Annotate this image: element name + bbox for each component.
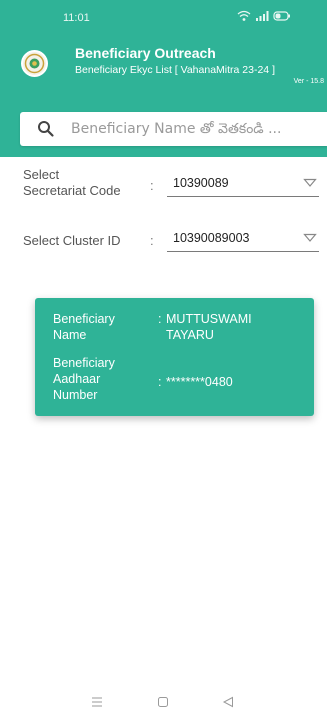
home-nav-icon[interactable] <box>157 696 169 708</box>
secretariat-select[interactable]: 10390089 <box>167 174 319 197</box>
status-time: 11:01 <box>63 12 90 24</box>
beneficiary-aadhaar-colon: : <box>158 375 162 389</box>
cluster-colon: : <box>150 233 154 248</box>
cluster-select[interactable]: 10390089003 <box>167 229 319 252</box>
secretariat-value: 10390089 <box>173 176 229 190</box>
secretariat-label-line1: Select <box>23 167 60 182</box>
signal-icon <box>256 11 269 21</box>
beneficiary-aadhaar-label: Beneficiary Aadhaar Number <box>53 355 153 403</box>
search-box[interactable] <box>20 112 327 146</box>
app-logo <box>21 50 48 77</box>
beneficiary-card[interactable]: Beneficiary Name : MUTTUSWAMI TAYARU Ben… <box>35 298 314 416</box>
cluster-value: 10390089003 <box>173 231 250 245</box>
beneficiary-aadhaar-value: ********0480 <box>166 375 233 389</box>
search-icon[interactable] <box>37 120 55 138</box>
secretariat-label: Select Secretariat Code <box>23 167 121 199</box>
beneficiary-aadhaar-label-line2: Aadhaar <box>53 372 101 386</box>
wifi-icon <box>237 10 251 21</box>
secretariat-colon: : <box>150 178 154 193</box>
back-nav-icon[interactable] <box>222 696 234 708</box>
beneficiary-name-label-line1: Beneficiary <box>53 312 115 326</box>
app-header: 11:01 Beneficiary Outreach Beneficiary E… <box>0 0 327 157</box>
beneficiary-name-line1: MUTTUSWAMI <box>166 312 252 326</box>
secretariat-label-line2: Secretariat Code <box>23 183 121 198</box>
battery-icon <box>273 11 290 21</box>
status-bar: 11:01 <box>0 0 327 36</box>
beneficiary-aadhaar-label-line1: Beneficiary <box>53 356 115 370</box>
dropdown-arrow-icon[interactable] <box>303 233 317 243</box>
navigation-bar <box>0 684 327 724</box>
menu-nav-icon[interactable] <box>91 696 103 708</box>
app-subtitle: Beneficiary Ekyc List [ VahanaMitra 23-2… <box>75 64 275 76</box>
search-input[interactable] <box>71 112 321 146</box>
status-icons <box>237 10 291 22</box>
dropdown-arrow-icon[interactable] <box>303 178 317 188</box>
beneficiary-name-colon: : <box>158 312 162 326</box>
beneficiary-name-label-line2: Name <box>53 328 87 342</box>
beneficiary-name-value: MUTTUSWAMI TAYARU <box>166 311 306 343</box>
beneficiary-aadhaar-label-line3: Number <box>53 388 98 402</box>
cluster-label: Select Cluster ID <box>23 233 121 248</box>
app-title: Beneficiary Outreach <box>75 45 216 61</box>
beneficiary-name-line2: TAYARU <box>166 328 214 342</box>
beneficiary-name-label: Beneficiary Name <box>53 311 153 343</box>
app-version: Ver - 15.8 <box>293 78 324 85</box>
